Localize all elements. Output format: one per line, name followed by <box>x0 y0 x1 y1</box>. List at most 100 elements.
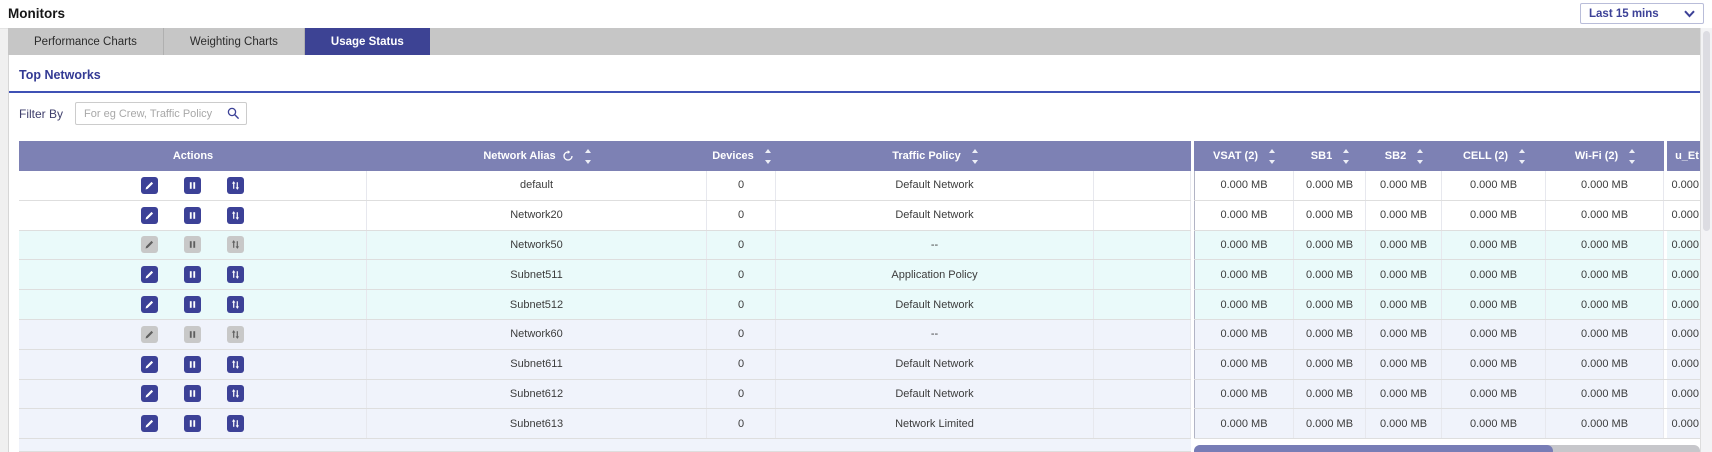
usage-cell-wi-fi-2: 0.000 MB <box>1546 201 1664 230</box>
pause-icon <box>187 239 198 250</box>
devices-cell: 0 <box>707 409 776 438</box>
priority-action-button[interactable] <box>227 385 244 402</box>
filter-input[interactable] <box>75 102 247 125</box>
left-body: default0Default NetworkNetwork200Default… <box>19 171 1191 439</box>
column-header-u-et[interactable]: u_Et <box>1664 141 1700 171</box>
usage-cell-u-et: 0.000 MB <box>1664 171 1700 200</box>
column-header-wi-fi-2[interactable]: Wi-Fi (2) <box>1546 141 1664 171</box>
up-down-arrows-icon <box>230 180 241 191</box>
table-row-usage: 0.000 MB0.000 MB0.000 MB0.000 MB0.000 MB… <box>1194 231 1700 261</box>
pause-action-button[interactable] <box>184 296 201 313</box>
usage-cell-wi-fi-2: 0.000 MB <box>1546 409 1664 438</box>
edit-pencil-icon <box>144 418 155 429</box>
traffic-policy-cell: Default Network <box>776 290 1094 319</box>
edit-action-button <box>141 326 158 343</box>
filler-cell <box>1094 350 1191 379</box>
table-row-usage: 0.000 MB0.000 MB0.000 MB0.000 MB0.000 MB… <box>1194 290 1700 320</box>
pause-icon <box>187 359 198 370</box>
pause-action-button[interactable] <box>184 415 201 432</box>
usage-cell-u-et: 0.000 MB <box>1664 260 1700 289</box>
horizontal-scrollbar-thumb[interactable] <box>1194 445 1553 452</box>
table-row: Network200Default Network <box>19 201 1191 231</box>
traffic-policy-cell: Default Network <box>776 201 1094 230</box>
tab-usage-status[interactable]: Usage Status <box>305 28 430 55</box>
usage-cell-cell-2: 0.000 MB <box>1442 231 1546 260</box>
table-row: Network500-- <box>19 231 1191 261</box>
network-alias-cell: Subnet613 <box>367 409 707 438</box>
column-header-vsat-2[interactable]: VSAT (2) <box>1194 141 1294 171</box>
search-icon[interactable] <box>227 107 240 120</box>
vertical-scrollbar[interactable] <box>1700 28 1712 452</box>
vertical-scrollbar-thumb[interactable] <box>1703 31 1710 231</box>
time-range-select[interactable]: Last 15 mins <box>1580 3 1704 24</box>
edit-action-button[interactable] <box>141 385 158 402</box>
pause-action-button[interactable] <box>184 177 201 194</box>
edit-action-button[interactable] <box>141 415 158 432</box>
priority-action-button[interactable] <box>227 207 244 224</box>
pause-action-button[interactable] <box>184 207 201 224</box>
devices-cell: 0 <box>707 260 776 289</box>
panel-title: Top Networks <box>9 55 1700 93</box>
edit-action-button[interactable] <box>141 177 158 194</box>
usage-cell-u-et: 0.000 MB <box>1664 380 1700 409</box>
priority-action-button[interactable] <box>227 266 244 283</box>
network-alias-cell: Subnet612 <box>367 380 707 409</box>
pause-action-button[interactable] <box>184 356 201 373</box>
pause-action-button <box>184 236 201 253</box>
edit-action-button[interactable] <box>141 296 158 313</box>
edit-action-button[interactable] <box>141 266 158 283</box>
priority-action-button[interactable] <box>227 296 244 313</box>
edit-pencil-icon <box>144 239 155 250</box>
priority-action-button[interactable] <box>227 356 244 373</box>
table-row-usage: 0.000 MB0.000 MB0.000 MB0.000 MB0.000 MB… <box>1194 201 1700 231</box>
column-header-sb1[interactable]: SB1 <box>1294 141 1366 171</box>
up-down-arrows-icon <box>230 388 241 399</box>
table-row-usage: 0.000 MB0.000 MB0.000 MB0.000 MB0.000 MB… <box>1194 171 1700 201</box>
filler-cell <box>1094 320 1191 349</box>
refresh-icon[interactable] <box>562 150 574 162</box>
chevron-down-icon <box>1684 10 1695 18</box>
column-header-network-alias[interactable]: Network Alias <box>367 141 707 171</box>
up-down-arrows-icon <box>230 299 241 310</box>
usage-cell-wi-fi-2: 0.000 MB <box>1546 350 1664 379</box>
sort-arrows <box>585 147 591 166</box>
filler-cell <box>1094 290 1191 319</box>
pause-action-button[interactable] <box>184 266 201 283</box>
pause-icon <box>187 269 198 280</box>
right-header-row: VSAT (2) SB1SB2CELL (2)Wi-Fi (2)u_Et <box>1194 141 1700 171</box>
usage-cell-sb2: 0.000 MB <box>1366 350 1442 379</box>
edit-action-button[interactable] <box>141 356 158 373</box>
actions-cell <box>19 260 367 289</box>
column-label: VSAT (2) <box>1213 150 1258 162</box>
usage-cell-u-et: 0.000 MB <box>1664 290 1700 319</box>
table-row-usage: 0.000 MB0.000 MB0.000 MB0.000 MB0.000 MB… <box>1194 380 1700 410</box>
left-header-row: ActionsNetwork AliasDevicesTraffic Polic… <box>19 141 1191 171</box>
pause-action-button[interactable] <box>184 385 201 402</box>
up-down-arrows-icon <box>230 239 241 250</box>
usage-cell-sb2: 0.000 MB <box>1366 231 1442 260</box>
priority-action-button[interactable] <box>227 415 244 432</box>
filler-cell <box>1094 409 1191 438</box>
priority-action-button <box>227 326 244 343</box>
column-header-traffic-policy[interactable]: Traffic Policy <box>776 141 1094 171</box>
top-networks-table: ActionsNetwork AliasDevicesTraffic Polic… <box>19 141 1700 452</box>
column-header-sb2[interactable]: SB2 <box>1366 141 1442 171</box>
filter-label: Filter By <box>19 107 63 121</box>
horizontal-scrollbar[interactable] <box>1194 445 1700 452</box>
edit-action-button[interactable] <box>141 207 158 224</box>
devices-cell: 0 <box>707 231 776 260</box>
usage-cell-vsat-2: 0.000 MB <box>1194 201 1294 230</box>
tab-performance-charts[interactable]: Performance Charts <box>8 28 164 55</box>
table-row-usage: 0.000 MB0.000 MB0.000 MB0.000 MB0.000 MB… <box>1194 320 1700 350</box>
filler-cell <box>1094 201 1191 230</box>
column-header-cell-2[interactable]: CELL (2) <box>1442 141 1546 171</box>
priority-action-button[interactable] <box>227 177 244 194</box>
edit-pencil-icon <box>144 269 155 280</box>
column-header-devices[interactable]: Devices <box>707 141 776 171</box>
usage-cell-sb1: 0.000 MB <box>1294 409 1366 438</box>
tab-weighting-charts[interactable]: Weighting Charts <box>164 28 305 55</box>
traffic-policy-cell: Default Network <box>776 171 1094 200</box>
usage-cell-sb1: 0.000 MB <box>1294 320 1366 349</box>
column-header-actions: Actions <box>19 141 367 171</box>
traffic-policy-cell: Default Network <box>776 350 1094 379</box>
